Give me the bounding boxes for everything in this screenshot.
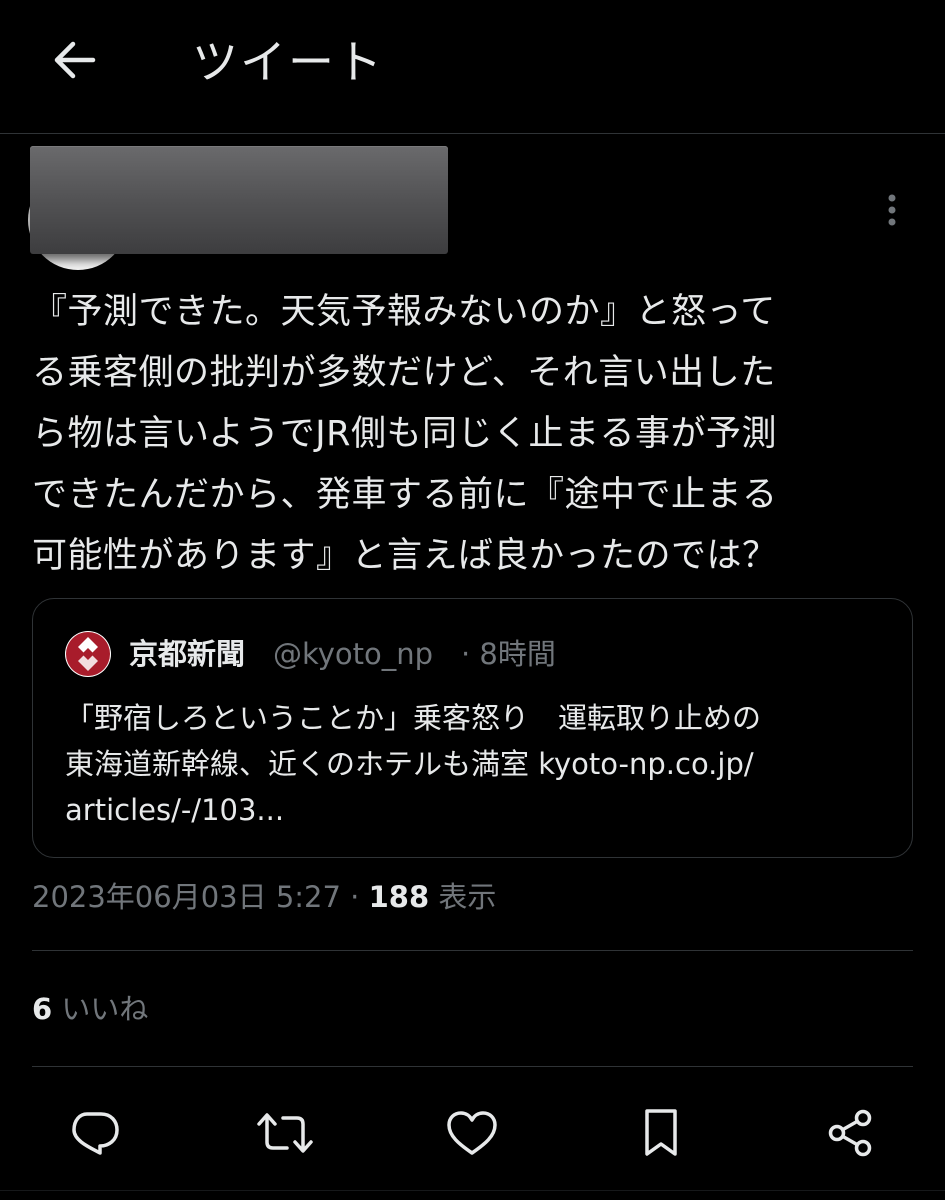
back-button[interactable] [44, 30, 104, 90]
share-icon [828, 1109, 872, 1157]
quoted-text: 「野宿しろということか」乗客怒り 運転取り止めの 東海道新幹線、近くのホテルも満… [65, 701, 762, 827]
quoted-author-handle[interactable]: @kyoto_np [273, 633, 433, 675]
likes-label: いいね [52, 992, 149, 1026]
bookmark-icon [645, 1109, 677, 1156]
likes-stat[interactable]: 6 いいね [32, 988, 148, 1030]
reply-icon [72, 1112, 119, 1155]
retweet-button[interactable] [250, 1098, 320, 1168]
retweet-icon [257, 1113, 313, 1153]
more-options-button[interactable] [874, 188, 910, 232]
page-title: ツイート [192, 35, 384, 89]
quoted-tweet[interactable]: 京都新聞 @kyoto_np · 8時間 「野宿しろということか」乗客怒り 運転… [32, 598, 913, 858]
views-label: 表示 [429, 880, 497, 914]
reply-button[interactable] [60, 1098, 130, 1168]
more-vertical-icon [888, 194, 896, 226]
bookmark-button[interactable] [626, 1098, 696, 1168]
divider [32, 1066, 913, 1067]
quoted-timestamp: · 8時間 [461, 637, 556, 671]
redacted-username [30, 146, 448, 254]
kyoto-np-logo-icon [65, 631, 111, 677]
arrow-left-icon [54, 41, 96, 79]
action-bar [0, 1098, 945, 1168]
tweet-meta: 2023年06月03日 5:27 · 188 表示 [32, 876, 496, 918]
tweet-text: 『予測できた。天気予報みないのか』と怒って る乗客側の批判が多数だけど、それ言い… [32, 292, 778, 576]
bottom-divider [0, 1190, 945, 1191]
views-count: 188 [368, 880, 430, 914]
quoted-author-name[interactable]: 京都新聞 [129, 633, 245, 675]
top-bar: ツイート [0, 0, 945, 134]
share-button[interactable] [815, 1098, 885, 1168]
like-button[interactable] [437, 1098, 507, 1168]
divider [32, 950, 913, 951]
tweet-datetime[interactable]: 2023年06月03日 5:27 · [32, 880, 369, 914]
likes-count: 6 [32, 992, 53, 1026]
heart-icon [447, 1111, 497, 1155]
